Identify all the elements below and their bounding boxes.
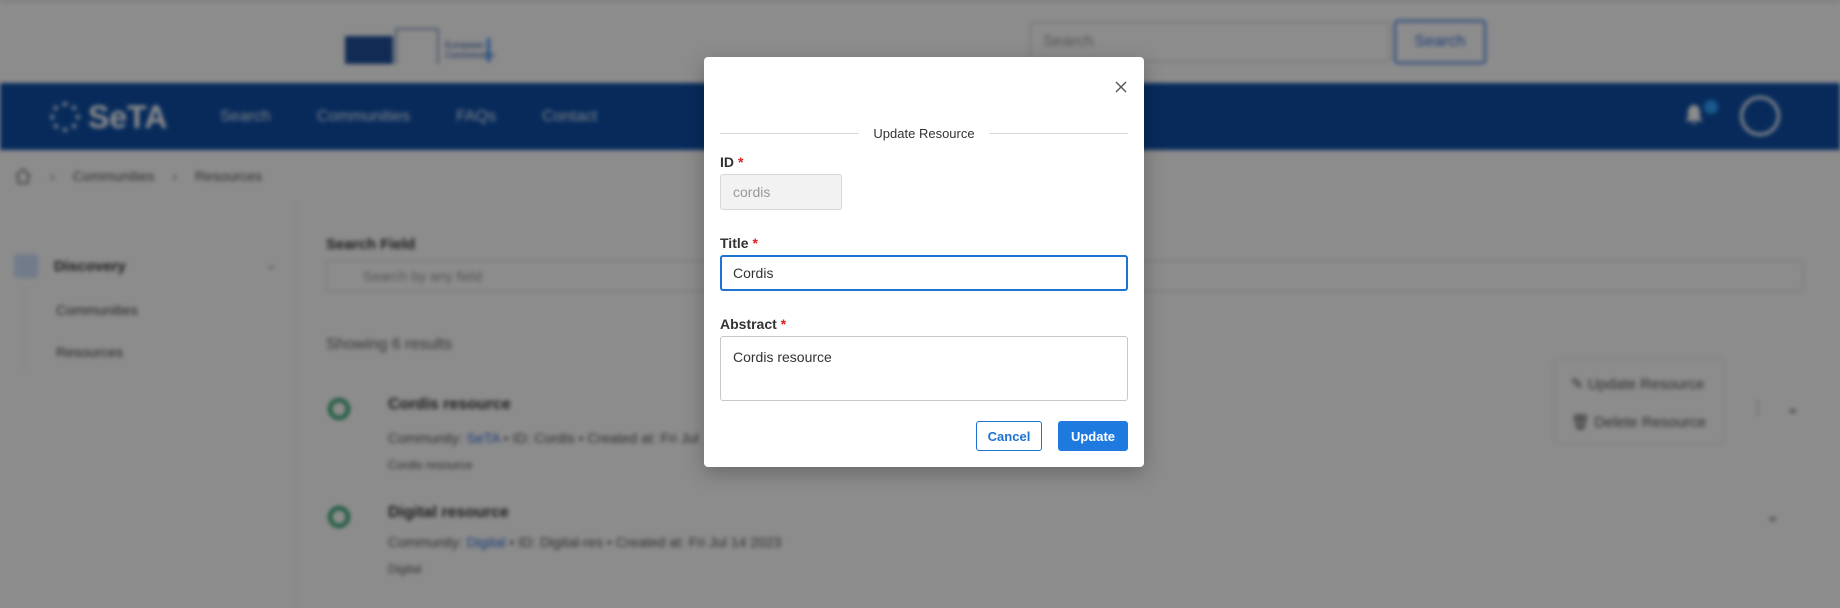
modal-title: Update Resource	[873, 125, 975, 141]
divider-line	[988, 132, 1129, 134]
required-mark: *	[738, 154, 744, 170]
abstract-value: Cordis resource	[733, 349, 832, 365]
id-field: cordis	[720, 174, 842, 210]
id-label-text: ID	[720, 154, 734, 170]
title-label: Title *	[720, 235, 758, 251]
close-icon	[1115, 81, 1127, 93]
title-value: Cordis	[733, 265, 774, 281]
title-label-text: Title	[720, 235, 749, 251]
abstract-label: Abstract *	[720, 316, 786, 332]
update-resource-modal: Update Resource ID * cordis Title * Cordis…	[704, 57, 1144, 467]
update-button[interactable]: Update	[1058, 421, 1128, 451]
required-mark: *	[780, 316, 787, 332]
modal-title-divider: Update Resource	[720, 123, 1129, 143]
title-field[interactable]: Cordis	[720, 255, 1128, 291]
abstract-textarea[interactable]: Cordis resource	[720, 336, 1128, 401]
abstract-label-text: Abstract	[720, 316, 777, 332]
required-mark: *	[752, 235, 758, 251]
id-label: ID *	[720, 154, 743, 170]
divider-line	[720, 132, 860, 134]
id-value: cordis	[733, 184, 771, 200]
close-button[interactable]	[1109, 75, 1133, 99]
cancel-button[interactable]: Cancel	[976, 421, 1042, 451]
